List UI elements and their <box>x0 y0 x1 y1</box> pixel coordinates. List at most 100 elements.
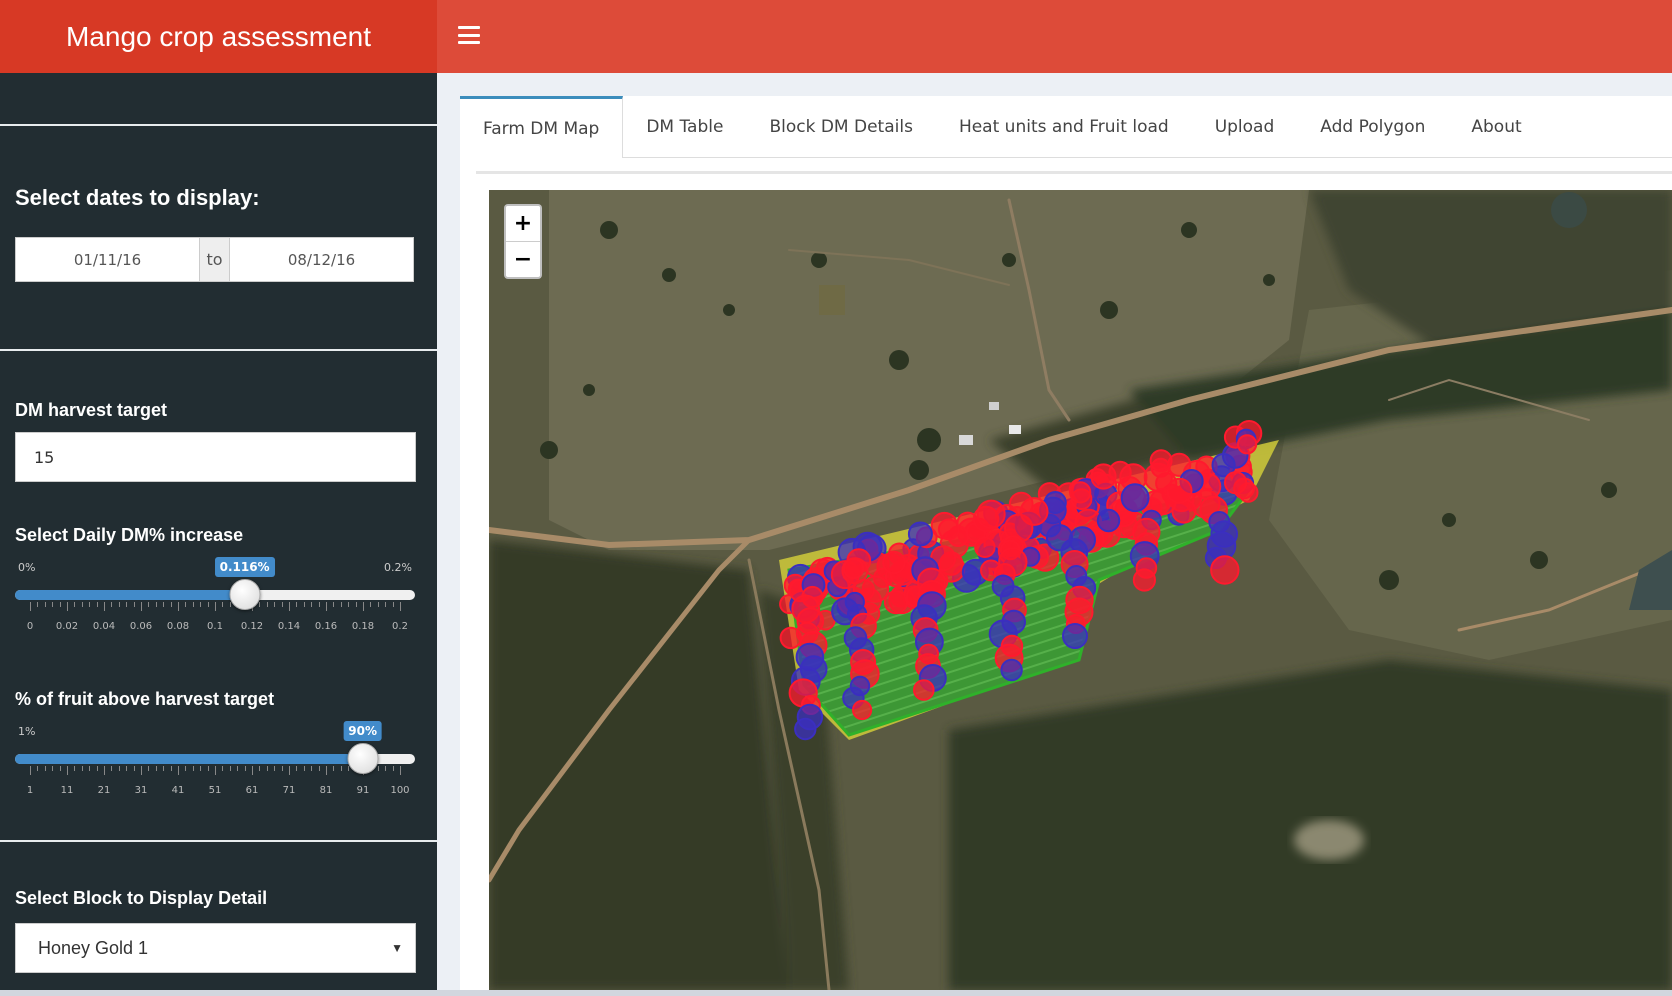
slider-tick <box>52 766 54 771</box>
slider-value-bubble: 90% <box>343 721 382 741</box>
block-select[interactable]: Honey Gold 1 ▼ <box>15 923 416 973</box>
slider-tick <box>289 602 290 611</box>
app-title: Mango crop assessment <box>0 0 437 73</box>
slider-tick <box>296 766 298 771</box>
dm-sample-point <box>976 499 1006 529</box>
block-select-value: Honey Gold 1 <box>38 937 149 958</box>
tab-farm-dm-map[interactable]: Farm DM Map <box>460 96 624 158</box>
slider-tick <box>170 766 172 771</box>
slider-tick <box>252 766 253 775</box>
slider-tick <box>259 766 261 771</box>
slider-tick <box>392 602 394 607</box>
slider-handle[interactable] <box>347 743 379 774</box>
slider-tick <box>296 602 298 607</box>
tab-heat-units[interactable]: Heat units and Fruit load <box>936 96 1192 158</box>
dm-target-label: DM harvest target <box>15 400 168 420</box>
slider-tick <box>148 766 150 771</box>
dm-target-input[interactable] <box>15 432 416 482</box>
slider-min-label: 1% <box>18 725 36 738</box>
slider-tick <box>192 602 194 607</box>
daily-dm-slider[interactable]: 0% 0.2% 0.116% 0 0.02 0.04 0.06 0.08 0.1 0.12 0… <box>15 557 415 661</box>
tab-pane-rule <box>476 171 1672 174</box>
slider-min-label: 0% <box>18 561 36 574</box>
slider-tick <box>237 766 239 771</box>
slider-tick <box>155 766 157 771</box>
slider-tick <box>392 766 394 771</box>
slider-tick-label: 0.12 <box>240 621 264 632</box>
slider-tick-label: 21 <box>97 785 111 796</box>
hamburger-menu-icon[interactable] <box>458 26 480 44</box>
slider-tick <box>385 602 387 607</box>
slider-fill <box>15 754 363 764</box>
slider-tick <box>259 602 261 607</box>
dm-sample-point <box>1062 623 1088 649</box>
slider-tick <box>289 766 290 775</box>
fruit-pct-label: % of fruit above harvest target <box>15 689 275 709</box>
tab-add-polygon[interactable]: Add Polygon <box>1297 96 1448 158</box>
dm-sample-point <box>1069 481 1092 504</box>
slider-tick <box>311 766 313 771</box>
slider-tick <box>96 766 98 771</box>
slider-tick-label: 0.08 <box>166 621 190 632</box>
slider-tick <box>266 602 268 607</box>
slider-tick-label: 100 <box>390 785 410 796</box>
slider-tick <box>37 602 39 607</box>
slider-fill <box>15 590 245 600</box>
farm-map[interactable]: + − <box>489 190 1672 990</box>
tab-about[interactable]: About <box>1448 96 1544 158</box>
tab-bar: Farm DM Map DM Table Block DM Details He… <box>460 96 1672 158</box>
slider-tick <box>111 766 113 771</box>
slider-tick <box>133 602 135 607</box>
dm-sample-point <box>843 557 865 580</box>
date-range-label: Select dates to display: <box>15 185 260 210</box>
date-range-separator: to <box>199 238 230 281</box>
slider-tick-label: 0.02 <box>55 621 79 632</box>
slider-tick <box>326 766 327 775</box>
slider-tick-label: 41 <box>171 785 185 796</box>
slider-max-label: 0.2% <box>384 561 412 574</box>
slider-tick <box>222 766 224 771</box>
tab-block-dm-details[interactable]: Block DM Details <box>746 96 935 158</box>
dm-sample-point <box>1096 508 1121 533</box>
tab-upload[interactable]: Upload <box>1192 96 1298 158</box>
dm-sample-point <box>1120 483 1150 513</box>
date-from-input[interactable] <box>16 238 199 281</box>
slider-value-bubble: 0.116% <box>214 557 275 577</box>
dm-sample-point <box>1019 497 1049 526</box>
slider-tick-label: 0.14 <box>277 621 301 632</box>
dm-sample-points <box>779 420 1263 741</box>
dm-sample-point <box>907 521 933 547</box>
slider-tick <box>126 766 128 771</box>
date-to-input[interactable] <box>230 238 413 281</box>
slider-tick <box>59 766 61 771</box>
slider-tick-label: 0.16 <box>314 621 338 632</box>
slider-tick <box>185 602 187 607</box>
slider-tick-label: 31 <box>134 785 148 796</box>
slider-tick <box>163 602 165 607</box>
slider-tick <box>59 602 61 607</box>
slider-tick <box>303 766 305 771</box>
slider-tick <box>200 766 202 771</box>
fruit-pct-slider[interactable]: 1% 90% 1 11 21 31 41 51 61 71 81 91 100 <box>15 721 415 825</box>
slider-handle[interactable] <box>229 579 261 610</box>
slider-tick <box>104 766 105 775</box>
slider-tick-label: 81 <box>319 785 333 796</box>
app-header: Mango crop assessment <box>0 0 1672 73</box>
dm-sample-point <box>852 699 873 721</box>
slider-tick <box>207 766 209 771</box>
slider-tick <box>52 602 54 607</box>
tab-dm-table[interactable]: DM Table <box>623 96 746 158</box>
dm-sample-point <box>883 590 908 615</box>
zoom-in-button[interactable]: + <box>506 206 540 241</box>
zoom-out-button[interactable]: − <box>506 241 540 276</box>
slider-tick <box>81 766 83 771</box>
slider-tick <box>44 602 46 607</box>
slider-tick <box>333 766 335 771</box>
sidebar-divider <box>0 349 437 351</box>
slider-tick <box>30 766 31 775</box>
slider-tick <box>348 602 350 607</box>
slider-tick <box>363 602 364 611</box>
slider-tick <box>355 602 357 607</box>
dm-sample-point <box>937 518 960 541</box>
slider-tick <box>333 602 335 607</box>
